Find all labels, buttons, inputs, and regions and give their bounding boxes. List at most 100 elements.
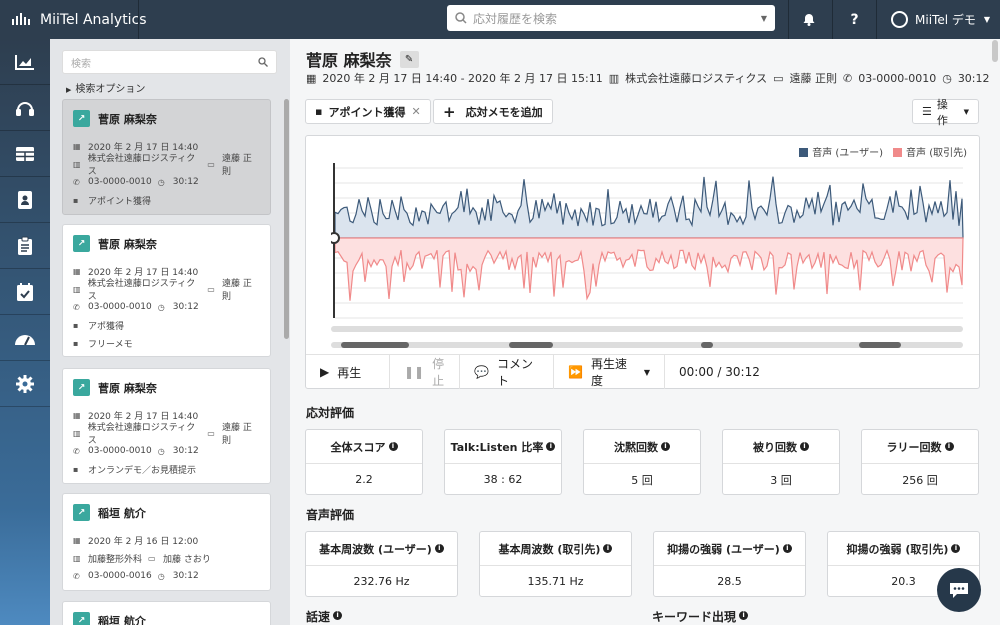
- divider: [138, 0, 139, 39]
- close-icon[interactable]: ✕: [411, 105, 420, 118]
- info-icon[interactable]: i: [739, 611, 749, 620]
- list-item[interactable]: ↗ 稲垣 航介: [62, 601, 271, 625]
- id-card-icon: ▭: [148, 553, 156, 563]
- info-icon[interactable]: i: [546, 442, 556, 451]
- search-options-toggle[interactable]: ▶ 検索オプション: [66, 80, 145, 95]
- list-item-rep: 加藤 さおり: [163, 554, 211, 565]
- sidebar-item-dashboard[interactable]: [0, 315, 50, 361]
- metric-label-text: 被り回数: [753, 440, 797, 454]
- metric-label-text: 抑揚の強弱 (取引先): [846, 542, 949, 556]
- waveform[interactable]: 💬: [331, 158, 971, 348]
- list-item-datetime: 2020 年 2 月 16 日 12:00: [88, 536, 199, 547]
- list-item-company: 加藤整形外科: [88, 554, 143, 565]
- segment-marker: [341, 342, 409, 348]
- avatar: [891, 11, 908, 28]
- calendar-icon: ▦: [73, 141, 81, 151]
- list-search-placeholder: 検索: [71, 58, 91, 70]
- time-display: 00:00 / 30:12: [665, 355, 774, 389]
- metric-label: 基本周波数 (ユーザー) i: [306, 532, 457, 566]
- list-item-tag: アポイント獲得: [88, 196, 152, 207]
- note-icon: ▪: [73, 320, 79, 330]
- list-item-rep: 遠藤 正則: [222, 423, 252, 446]
- id-card-icon: ▭: [207, 159, 215, 169]
- chart-icon: [15, 54, 34, 70]
- building-icon: ▥: [73, 553, 81, 563]
- add-memo-label: 応対メモを追加: [465, 105, 543, 119]
- info-icon[interactable]: i: [603, 544, 613, 553]
- headset-icon: [16, 101, 34, 116]
- sidebar-item-contacts[interactable]: [0, 177, 50, 223]
- play-button[interactable]: ▶ 再生: [306, 355, 390, 389]
- building-icon: ▥: [73, 159, 81, 169]
- search-icon: [455, 12, 467, 24]
- stop-label: 停止: [432, 357, 445, 388]
- list-item-phone: 03-0000-0010: [88, 302, 152, 312]
- list-item-name: 菅原 麻梨奈: [98, 112, 157, 126]
- detail-phone: 03-0000-0010: [858, 71, 937, 85]
- logo-bars-icon: [12, 12, 30, 25]
- sidebar-item-tasks[interactable]: [0, 223, 50, 269]
- list-item-tag: フリーメモ: [88, 339, 133, 350]
- list-item[interactable]: ↗ 菅原 麻梨奈 ▦ 2020 年 2 月 17 日 14:40 ▥ 株式会社遠藤ロジ…: [62, 368, 271, 484]
- sidebar-rail: [0, 39, 50, 625]
- list-scrollbar[interactable]: [284, 99, 289, 339]
- list-item-name: 稲垣 航介: [98, 506, 146, 520]
- main-scrollbar[interactable]: [992, 40, 998, 62]
- sidebar-item-analytics[interactable]: [0, 39, 50, 85]
- search-icon: [258, 57, 268, 67]
- segment-marker: [859, 342, 901, 348]
- list-item-company: 株式会社遠藤ロジスティクス: [87, 423, 196, 446]
- sidebar-item-calls[interactable]: [0, 85, 50, 131]
- chevron-down-icon: ▼: [643, 367, 650, 377]
- tag-label: アポイント獲得: [328, 105, 406, 119]
- stop-button[interactable]: ❚❚ 停止: [390, 355, 460, 389]
- metric-card: 沈黙回数 i 5 回: [583, 429, 701, 495]
- list-item[interactable]: ↗ 稲垣 航介 ▦ 2020 年 2 月 16 日 12:00 ▥ 加藤整形外科 ▭ 加藤…: [62, 493, 271, 591]
- info-icon[interactable]: i: [388, 442, 398, 451]
- operations-button[interactable]: ☰ 操作 ▼: [912, 98, 979, 127]
- info-icon[interactable]: i: [434, 544, 444, 553]
- info-icon[interactable]: i: [944, 442, 954, 451]
- history-search-input[interactable]: 応対履歴を検索 ▼: [447, 5, 775, 31]
- notifications-button[interactable]: [788, 0, 828, 39]
- user-name: MiiTel デモ: [915, 13, 976, 27]
- help-button[interactable]: ?: [832, 0, 876, 39]
- info-icon[interactable]: i: [333, 611, 343, 620]
- app-logo[interactable]: MiiTel Analytics: [12, 0, 147, 39]
- top-bar: MiiTel Analytics 応対履歴を検索 ▼ ? MiiTel デモ ▼: [0, 0, 1000, 39]
- calendar-icon: ▦: [306, 71, 317, 85]
- add-memo-button[interactable]: + 応対メモを追加: [433, 99, 553, 124]
- chevron-down-icon: ▼: [760, 13, 767, 23]
- id-card-icon: ▭: [773, 71, 784, 85]
- pause-icon: ❚❚: [404, 365, 425, 379]
- chat-support-button[interactable]: [937, 568, 981, 612]
- info-icon[interactable]: i: [782, 544, 792, 553]
- plus-icon: +: [443, 102, 456, 121]
- evaluation-title: 応対評価: [306, 406, 355, 420]
- sliders-icon: ☰: [922, 105, 932, 118]
- clipboard-icon: [18, 236, 32, 255]
- metric-card: 全体スコア i 2.2: [305, 429, 423, 495]
- list-search-input[interactable]: 検索: [62, 50, 277, 74]
- call-detail: 菅原 麻梨奈 ✎ ▦ 2020 年 2 月 17 日 14:40 - 2020 年…: [290, 39, 1000, 625]
- info-icon[interactable]: i: [800, 442, 809, 451]
- comment-button[interactable]: 💬 コメント: [460, 355, 554, 389]
- sidebar-item-settings[interactable]: [0, 361, 50, 407]
- detail-company: 株式会社遠藤ロジスティクス: [625, 72, 768, 85]
- list-item[interactable]: ↗ 菅原 麻梨奈 ▦ 2020 年 2 月 17 日 14:40 ▥ 株式会社遠藤ロジ…: [62, 99, 271, 215]
- speed-button[interactable]: ⏩ 再生速度 ▼: [554, 355, 665, 389]
- speech-speed-title: 話速 i: [306, 608, 343, 625]
- list-item[interactable]: ↗ 菅原 麻梨奈 ▦ 2020 年 2 月 17 日 14:40 ▥ 株式会社遠藤ロジ…: [62, 224, 271, 357]
- info-icon[interactable]: i: [951, 544, 961, 553]
- sidebar-item-calendar[interactable]: [0, 269, 50, 315]
- metric-card: Talk:Listen 比率 i 38 : 62: [444, 429, 562, 495]
- tag-chip[interactable]: ▪ アポイント獲得 ✕: [305, 99, 431, 124]
- chat-icon: [950, 583, 968, 598]
- user-menu[interactable]: MiiTel デモ ▼: [876, 0, 1000, 39]
- sidebar-item-table[interactable]: [0, 131, 50, 177]
- phone-icon: ✆: [73, 177, 80, 187]
- metric-label: ラリー回数 i: [862, 430, 978, 464]
- edit-icon[interactable]: ✎: [399, 50, 419, 68]
- comment-icon: 💬: [474, 365, 489, 379]
- info-icon[interactable]: i: [661, 442, 670, 451]
